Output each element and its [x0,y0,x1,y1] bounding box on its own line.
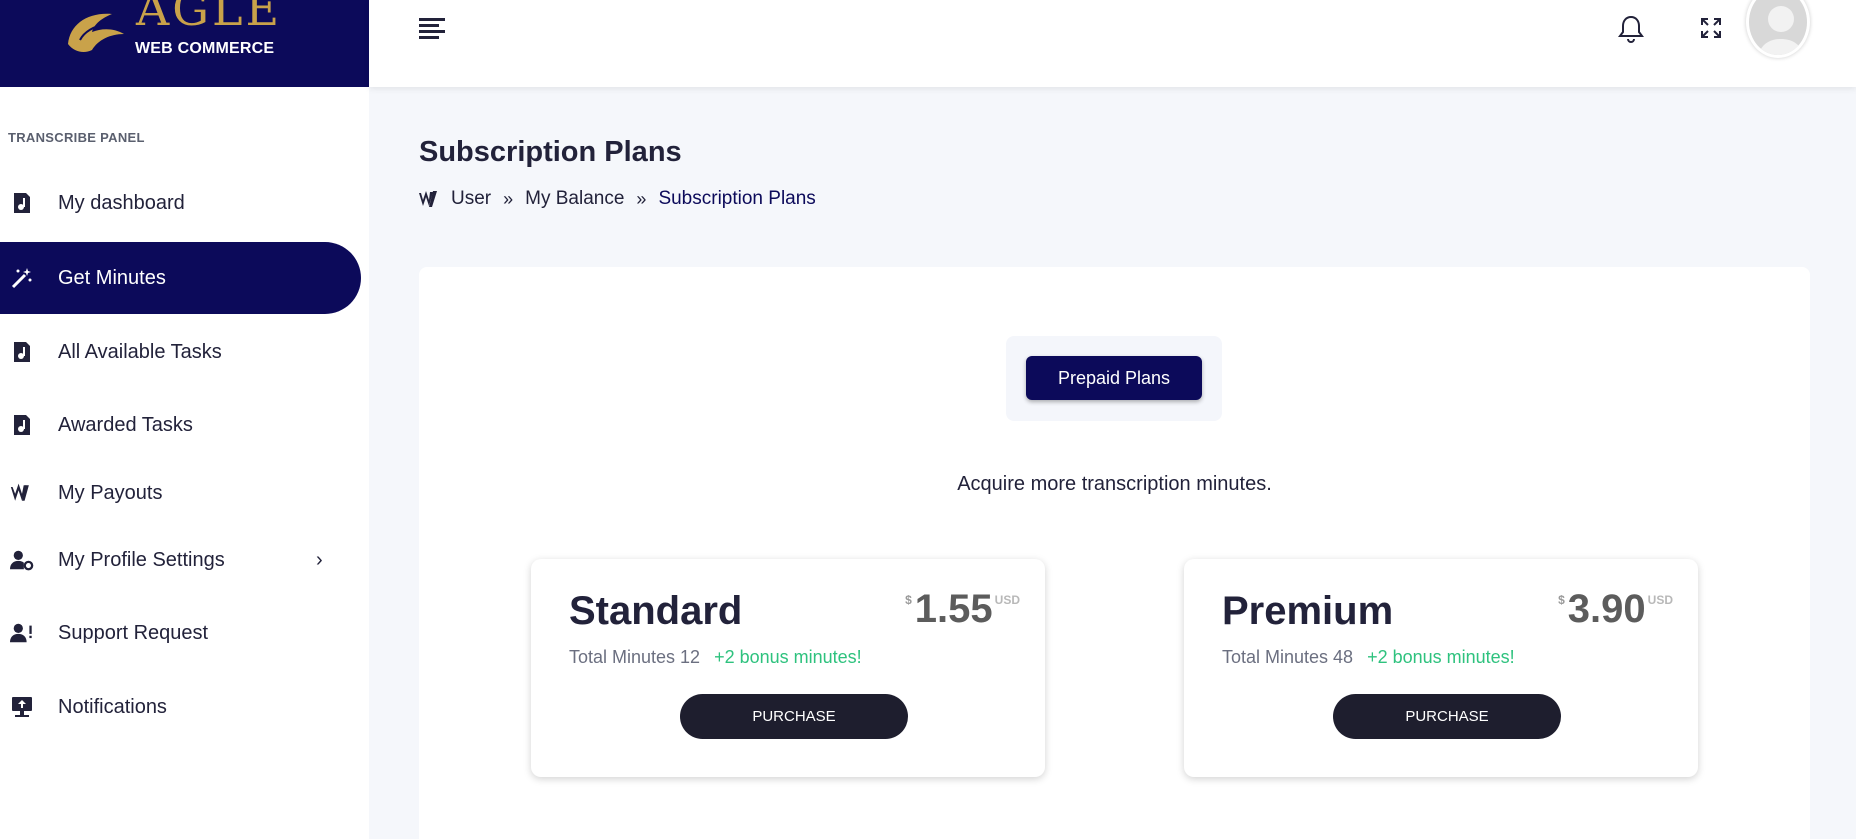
sidebar-item-support-request[interactable]: Support Request [0,597,361,669]
brand-name: AGLE [136,0,283,36]
sidebar-item-my-profile-settings[interactable]: My Profile Settings › [0,524,361,596]
minutes-text: Total Minutes 48 [1222,647,1354,667]
sidebar-item-label: Awarded Tasks [58,413,193,436]
sidebar-item-notifications[interactable]: Notifications [0,671,361,743]
price-amount: 3.90 [1567,587,1646,631]
sidebar-item-label: Notifications [58,695,167,718]
sidebar-item-my-payouts[interactable]: My Payouts [0,457,361,529]
sidebar-item-label: Get Minutes [58,266,166,289]
music-file-icon [10,413,34,437]
price-amount: 1.55 [914,587,993,631]
panel-label: TRANSCRIBE PANEL [8,130,145,145]
double-chevron-icon: » [636,188,647,209]
magic-wand-icon [10,266,34,290]
plan-type-toggle: Prepaid Plans [1006,336,1222,421]
breadcrumb-item-current: Subscription Plans [658,188,816,209]
currency-code: USD [994,593,1020,607]
brand-logo[interactable]: AGLE WEB COMMERCE [0,0,369,87]
plan-price: $ 3.90 USD [1558,589,1673,629]
sidebar-item-label: All Available Tasks [58,340,222,363]
purchase-button[interactable]: PURCHASE [1333,694,1561,739]
sidebar-item-label: Support Request [58,621,209,644]
upload-screen-icon [10,695,34,719]
intro-text: Acquire more transcription minutes. [957,473,1272,495]
plan-name: Premium [1222,589,1394,633]
sidebar-item-label: My dashboard [58,191,185,214]
brand-tagline: WEB COMMERCE [135,40,275,57]
topbar [369,0,1856,87]
user-silhouette-icon [1758,6,1804,55]
breadcrumb-item-my-balance[interactable]: My Balance [525,188,624,210]
chevron-right-icon: › [316,548,323,571]
bonus-text: +2 bonus minutes! [1367,647,1515,667]
sidebar-item-get-minutes[interactable]: Get Minutes [0,242,361,314]
plan-minutes: Total Minutes 48 +2 bonus minutes! [1222,647,1515,668]
currency-symbol: $ [1558,593,1565,607]
music-file-icon [10,340,34,364]
user-gear-icon [10,548,34,572]
sidebar-item-awarded-tasks[interactable]: Awarded Tasks [0,389,361,461]
purchase-button[interactable]: PURCHASE [680,694,908,739]
sidebar-item-label: My Payouts [58,481,163,504]
bonus-text: +2 bonus minutes! [714,647,862,667]
double-chevron-icon: » [503,188,514,209]
avatar[interactable] [1746,0,1810,58]
sidebar-item-all-available-tasks[interactable]: All Available Tasks [0,316,361,388]
breadcrumb: User » My Balance » Subscription Plans [419,188,816,210]
minutes-text: Total Minutes 12 [569,647,701,667]
plan-card-premium: Premium $ 3.90 USD Total Minutes 48 +2 bo… [1184,559,1698,777]
music-file-icon [10,191,34,215]
bell-icon[interactable] [1617,14,1645,44]
fullscreen-icon[interactable] [1699,16,1723,40]
plan-card-standard: Standard $ 1.55 USD Total Minutes 12 +2 b… [531,559,1045,777]
sidebar: AGLE WEB COMMERCE TRANSCRIBE PANEL My da… [0,0,369,839]
page-title: Subscription Plans [419,136,682,168]
brand-small-logo-icon [419,191,437,207]
subscription-card: Prepaid Plans Acquire more transcription… [419,267,1810,839]
eagle-logo-icon [68,13,124,52]
user-alert-icon [10,621,34,645]
plan-price: $ 1.55 USD [905,589,1020,629]
currency-symbol: $ [905,593,912,607]
sidebar-item-my-dashboard[interactable]: My dashboard [0,167,361,239]
plan-minutes: Total Minutes 12 +2 bonus minutes! [569,647,862,668]
currency-code: USD [1647,593,1673,607]
menu-icon[interactable] [419,18,447,42]
plan-name: Standard [569,589,743,633]
sidebar-item-label: My Profile Settings [58,548,225,571]
payout-logo-icon [10,481,34,505]
prepaid-plans-button[interactable]: Prepaid Plans [1026,356,1202,400]
breadcrumb-item-user[interactable]: User [451,188,491,210]
